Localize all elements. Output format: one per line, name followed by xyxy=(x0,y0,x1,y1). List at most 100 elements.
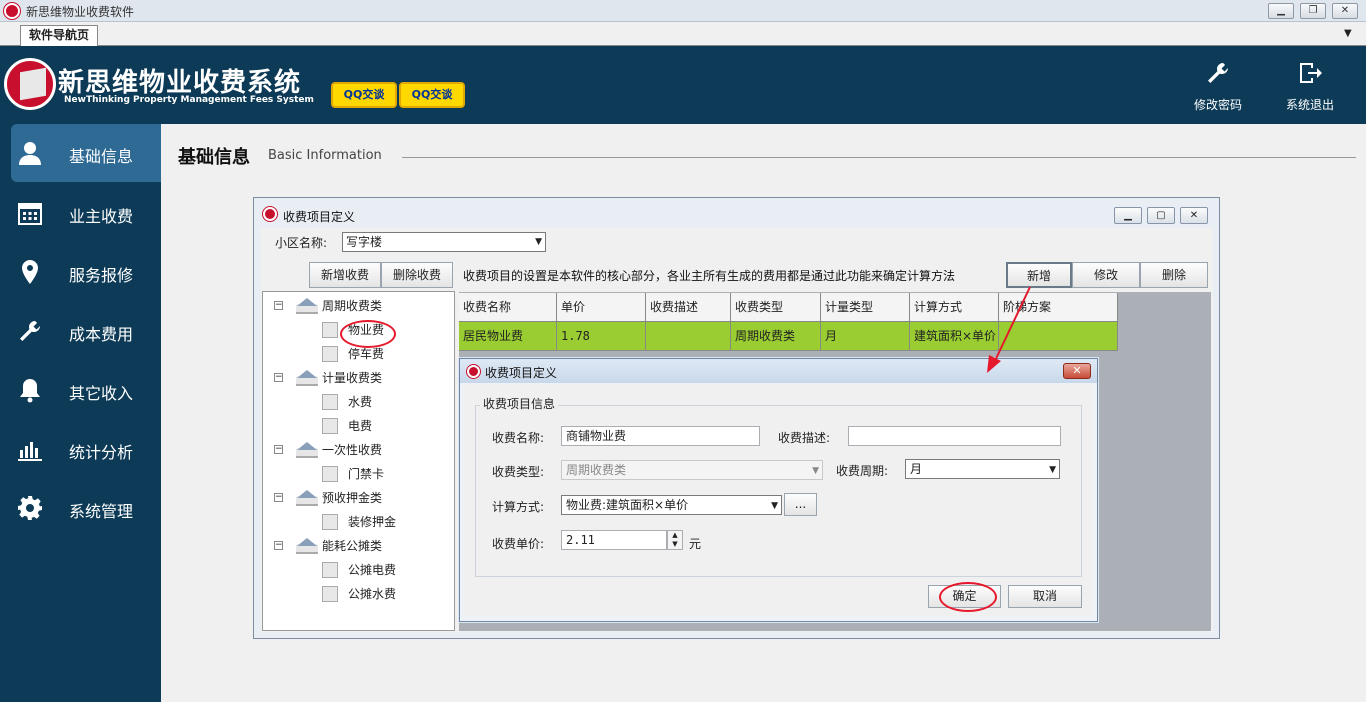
fee-window-minimize-button[interactable]: ▁ xyxy=(1114,207,1142,224)
sidebar-item-basic-info[interactable]: 基础信息 xyxy=(11,124,161,182)
window-titlebar xyxy=(0,0,1366,22)
fee-item-icon xyxy=(322,562,338,578)
tree-category-node[interactable]: − 预收押金类 xyxy=(274,487,444,509)
sidebar-item-other-income[interactable]: 其它收入 xyxy=(11,361,161,419)
minimize-button[interactable]: ▁ xyxy=(1268,3,1294,19)
tree-category-node[interactable]: − 计量收费类 xyxy=(274,367,444,389)
grid-column-header[interactable]: 收费描述 xyxy=(646,293,731,322)
brand-title: 新思维物业收费系统 xyxy=(58,68,302,98)
dialog-close-button[interactable]: ✕ xyxy=(1063,363,1091,379)
tree-category-node[interactable]: − 周期收费类 xyxy=(274,295,444,317)
unit-price-input[interactable]: 2.11 xyxy=(561,530,667,550)
location-icon xyxy=(17,259,43,285)
window-title: 新思维物业收费软件 xyxy=(26,5,135,19)
fee-item-icon xyxy=(322,418,338,434)
grid-cell[interactable]: 月 xyxy=(821,322,910,351)
qq-chat-button[interactable]: QQ交谈 xyxy=(331,82,397,108)
unit-price-unit: 元 xyxy=(689,537,702,551)
title-divider xyxy=(402,157,1356,158)
grid-column-header[interactable]: 单价 xyxy=(557,293,646,322)
grid-cell[interactable]: 居民物业费 xyxy=(459,322,557,351)
community-select[interactable]: 写字楼 ▼ xyxy=(342,232,546,252)
tree-fee-node[interactable]: 电费 xyxy=(300,415,450,437)
sidebar-item-cost[interactable]: 成本费用 xyxy=(11,302,161,360)
exit-icon xyxy=(1270,60,1350,94)
wrench-icon xyxy=(17,318,43,344)
calc-method-more-button[interactable]: ... xyxy=(784,493,817,516)
collapse-icon[interactable]: − xyxy=(274,445,283,454)
grid-cell[interactable] xyxy=(646,322,731,351)
grid-column-header[interactable]: 计量类型 xyxy=(821,293,910,322)
fee-desc-input[interactable] xyxy=(848,426,1061,446)
fee-period-label: 收费周期: xyxy=(836,464,889,478)
restore-button[interactable]: ❐ xyxy=(1300,3,1326,19)
tree-fee-node[interactable]: 公摊电费 xyxy=(300,559,450,581)
sidebar-item-owner-fees[interactable]: 业主收费 xyxy=(11,184,161,242)
window-app-icon xyxy=(263,207,277,221)
delete-fee-button[interactable]: 删除收费 xyxy=(381,262,453,288)
tree-category-node[interactable]: − 能耗公摊类 xyxy=(274,535,444,557)
category-house-icon xyxy=(296,490,318,506)
unit-price-stepper[interactable]: ▲ ▼ xyxy=(667,530,683,550)
collapse-icon[interactable]: − xyxy=(274,373,283,382)
fee-desc-label: 收费描述: xyxy=(778,431,831,445)
close-button[interactable]: ✕ xyxy=(1332,3,1358,19)
tree-category-node[interactable]: − 一次性收费 xyxy=(274,439,444,461)
tree-fee-node[interactable]: 门禁卡 xyxy=(300,463,450,485)
sidebar-item-statistics[interactable]: 统计分析 xyxy=(11,420,161,478)
fee-item-icon xyxy=(322,322,338,338)
system-exit-button[interactable]: 系统退出 xyxy=(1270,60,1350,116)
tab-dropdown-icon[interactable]: ▼ xyxy=(1344,28,1352,39)
community-label: 小区名称: xyxy=(275,236,328,250)
fee-description-text: 收费项目的设置是本软件的核心部分，各业主所有生成的费用都是通过此功能来确定计算方… xyxy=(463,269,956,283)
calendar-icon xyxy=(17,200,43,226)
collapse-icon[interactable]: − xyxy=(274,493,283,502)
tab-software-nav[interactable]: 软件导航页 xyxy=(20,25,99,46)
logo-building-icon xyxy=(20,67,46,101)
sidebar-item-service-repair[interactable]: 服务报修 xyxy=(11,243,161,301)
add-fee-button[interactable]: 新增收费 xyxy=(309,262,381,288)
cancel-button[interactable]: 取消 xyxy=(1008,585,1082,608)
fee-name-input[interactable]: 商铺物业费 xyxy=(561,426,760,446)
grid-cell[interactable]: 1.78 xyxy=(557,322,646,351)
gear-icon xyxy=(17,495,43,521)
chevron-down-icon: ▼ xyxy=(812,466,819,476)
chevron-down-icon: ▼ xyxy=(535,237,542,247)
fee-period-select[interactable]: 月 ▼ xyxy=(905,459,1060,479)
tree-fee-node[interactable]: 装修押金 xyxy=(300,511,450,533)
change-password-button[interactable]: 修改密码 xyxy=(1178,60,1258,116)
edit-button[interactable]: 修改 xyxy=(1072,262,1140,288)
qq-chat-button[interactable]: QQ交谈 xyxy=(399,82,465,108)
collapse-icon[interactable]: − xyxy=(274,541,283,550)
delete-button[interactable]: 删除 xyxy=(1140,262,1208,288)
fee-type-label: 收费类型: xyxy=(492,465,545,479)
fee-type-select[interactable]: 周期收费类 ▼ xyxy=(561,460,823,480)
annotation-circle-ok xyxy=(939,582,997,612)
category-house-icon xyxy=(296,538,318,554)
tab-strip xyxy=(0,22,1366,46)
fee-window-close-button[interactable]: ✕ xyxy=(1180,207,1208,224)
category-house-icon xyxy=(296,442,318,458)
calc-method-select[interactable]: 物业费:建筑面积×单价 ▼ xyxy=(561,495,782,515)
dialog-title: 收费项目定义 xyxy=(485,366,558,380)
tree-fee-node[interactable]: 公摊水费 xyxy=(300,583,450,605)
sidebar-item-system-admin[interactable]: 系统管理 xyxy=(11,479,161,537)
fee-window-title: 收费项目定义 xyxy=(283,210,356,224)
chevron-down-icon: ▼ xyxy=(771,501,778,511)
page-subtitle: Basic Information xyxy=(268,148,382,163)
fee-name-label: 收费名称: xyxy=(492,431,545,445)
grid-column-header[interactable]: 收费类型 xyxy=(731,293,821,322)
grid-cell[interactable]: 周期收费类 xyxy=(731,322,821,351)
bell-icon xyxy=(17,377,43,403)
unit-price-label: 收费单价: xyxy=(492,537,545,551)
collapse-icon[interactable]: − xyxy=(274,301,283,310)
tree-fee-node[interactable]: 水费 xyxy=(300,391,450,413)
fee-window-maximize-button[interactable]: ▢ xyxy=(1147,207,1175,224)
category-house-icon xyxy=(296,370,318,386)
user-icon xyxy=(17,140,43,166)
fee-item-icon xyxy=(322,586,338,602)
fee-item-icon xyxy=(322,466,338,482)
dialog-app-icon xyxy=(467,365,480,378)
chevron-down-icon: ▼ xyxy=(1049,465,1056,475)
grid-column-header[interactable]: 收费名称 xyxy=(459,293,557,322)
